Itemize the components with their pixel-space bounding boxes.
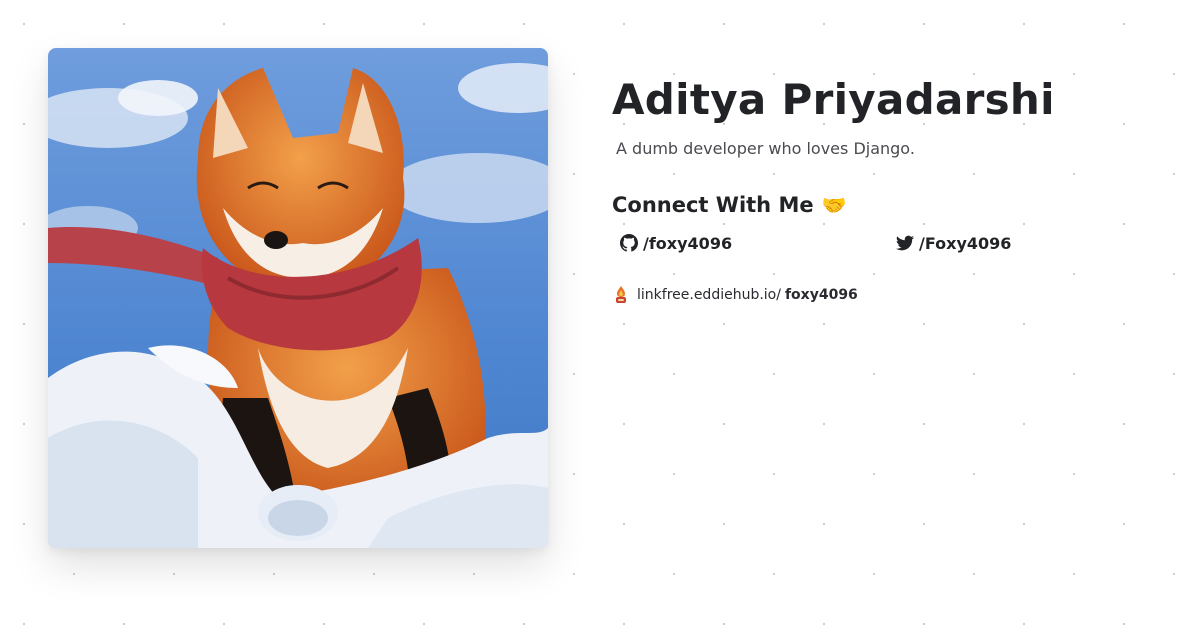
profile-name: Aditya Priyadarshi xyxy=(612,75,1055,124)
github-handle: /foxy4096 xyxy=(643,233,733,253)
linkfree-link[interactable]: linkfree.eddiehub.io/ foxy4096 xyxy=(612,284,1172,306)
twitter-handle: /Foxy4096 xyxy=(919,233,1012,253)
social-links: /foxy4096 /Foxy4096 xyxy=(612,228,1172,258)
github-icon xyxy=(620,234,638,252)
fox-illustration xyxy=(48,48,548,548)
twitter-link[interactable]: /Foxy4096 xyxy=(896,228,1011,258)
profile-image xyxy=(48,48,548,548)
profile-info: Aditya Priyadarshi A dumb developer who … xyxy=(612,70,1172,306)
linkfree-logo-icon xyxy=(616,286,626,303)
connect-heading-text: Connect With Me xyxy=(612,193,814,217)
profile-bio: A dumb developer who loves Django. xyxy=(616,139,915,158)
twitter-icon xyxy=(896,235,914,251)
connect-heading: Connect With Me 🤝 xyxy=(612,190,1172,220)
handshake-emoji-icon: 🤝 xyxy=(821,193,847,217)
github-link[interactable]: /foxy4096 xyxy=(620,228,732,258)
linkfree-domain: linkfree.eddiehub.io/ xyxy=(637,287,781,303)
linkfree-username: foxy4096 xyxy=(784,287,858,303)
